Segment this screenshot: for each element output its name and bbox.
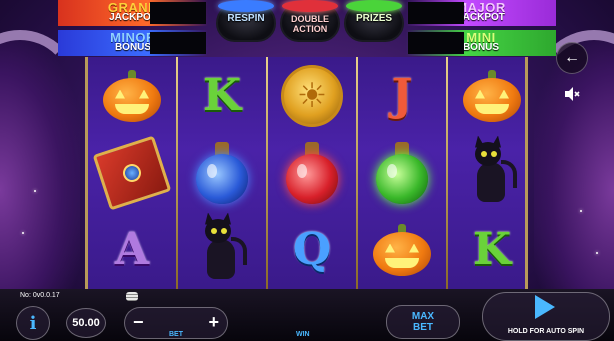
letter-k: K (202, 70, 242, 121)
pumpkin-symbol (448, 57, 536, 134)
reel-3: ☀ Q (268, 57, 356, 289)
letter-j: J (391, 70, 413, 121)
double-action-label: DOUBLE ACTION (291, 14, 329, 34)
coin-stack-icon (126, 292, 138, 301)
reel-grid: A K ☀ Q J K (85, 57, 528, 289)
black-cat-icon (467, 135, 517, 204)
respin-cauldron: RESPIN (212, 0, 280, 46)
reel-2: K (178, 57, 266, 289)
mini-bonus-value-box (408, 32, 464, 54)
prizes-cauldron: PRIZES (340, 0, 408, 46)
max-bet-label: MAX BET (411, 311, 435, 333)
letter-j-symbol: J (358, 57, 446, 134)
sparkle (596, 252, 598, 254)
info-button[interactable]: i (16, 306, 50, 340)
black-cat-symbol (178, 211, 266, 288)
mini-subtitle: BONUS (462, 42, 500, 53)
letter-a: A (114, 224, 150, 275)
spin-label: HOLD FOR AUTO SPIN (507, 328, 585, 335)
letter-q-symbol: Q (268, 211, 356, 288)
letter-k: K (472, 224, 512, 275)
win-label: WIN (296, 331, 310, 338)
back-button[interactable]: ← (556, 42, 588, 74)
letter-k-symbol: K (448, 211, 536, 288)
black-cat-icon (197, 212, 247, 281)
green-potion-icon (373, 141, 431, 204)
pumpkin-icon (463, 69, 521, 122)
bet-label: BET (169, 331, 183, 338)
respin-label: RESPIN (227, 13, 265, 24)
letter-a-symbol: A (88, 211, 176, 288)
minor-bonus-value-box (150, 32, 206, 54)
bet-value-button[interactable]: 50.00 (66, 308, 106, 338)
sparkle (34, 190, 36, 192)
sound-toggle-button[interactable] (556, 78, 588, 110)
spellbook-icon (92, 135, 172, 210)
major-jackpot-value-box (408, 2, 464, 24)
prizes-label: PRIZES (355, 13, 393, 24)
bet-control: − + BET (124, 307, 228, 339)
black-cat-symbol (448, 134, 536, 211)
spin-button[interactable]: HOLD FOR AUTO SPIN (482, 292, 610, 341)
green-potion-symbol (358, 134, 446, 211)
max-bet-button[interactable]: MAX BET (386, 305, 460, 339)
play-icon (535, 295, 555, 319)
grand-jackpot-value-box (150, 2, 206, 24)
letter-k-symbol: K (178, 57, 266, 134)
blue-potion-symbol (178, 134, 266, 211)
pumpkin-icon (103, 69, 161, 122)
blue-potion-icon (193, 141, 251, 204)
version-label: No: 0v0.0.17 (20, 292, 60, 299)
pumpkin-symbol (358, 211, 446, 288)
pumpkin-icon (373, 223, 431, 276)
reel-1: A (88, 57, 176, 289)
bet-increase-button[interactable]: + (208, 312, 219, 333)
sun-coin-icon: ☀ (281, 64, 343, 127)
blue-goo (218, 0, 274, 12)
reel-4: J (358, 57, 446, 289)
bet-value: 50.00 (72, 317, 100, 329)
green-goo (346, 0, 402, 12)
red-goo (282, 0, 338, 12)
pumpkin-symbol (88, 57, 176, 134)
bet-decrease-button[interactable]: − (133, 312, 144, 333)
red-potion-icon (283, 141, 341, 204)
slot-game-screen: GRAND JACKPOT MINOR BONUS MAJOR JACKPOT MIN… (0, 0, 614, 341)
reel-5: K (448, 57, 536, 289)
red-potion-symbol (268, 134, 356, 211)
arrow-left-icon: ← (564, 49, 580, 66)
letter-q: Q (292, 224, 332, 275)
sparkle (22, 232, 24, 234)
speaker-muted-icon (565, 87, 580, 101)
sun-coin-symbol: ☀ (268, 57, 356, 134)
double-action-cauldron: DOUBLE ACTION (276, 0, 344, 46)
info-icon: i (29, 312, 37, 334)
sparkle (580, 210, 582, 212)
spellbook-symbol (88, 134, 176, 211)
